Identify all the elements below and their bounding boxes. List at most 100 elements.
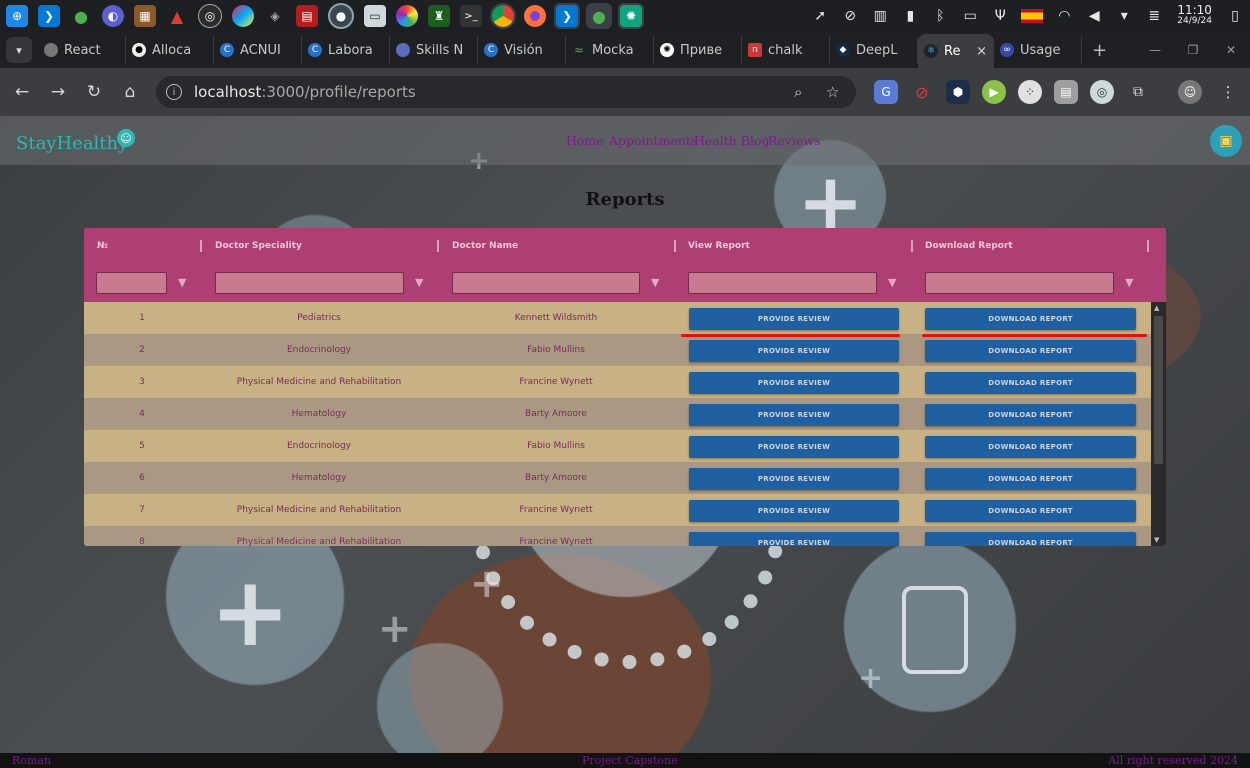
filter-icon[interactable]: ▼ — [178, 276, 186, 289]
column-separator[interactable] — [1147, 240, 1149, 252]
notification-icon[interactable]: ➚ — [811, 8, 829, 24]
filter-icon[interactable]: ▼ — [415, 276, 423, 289]
git-tool-icon[interactable]: ▲ — [166, 5, 188, 27]
download-report-button[interactable]: DOWNLOAD REPORT — [925, 372, 1136, 394]
browser-tab-active[interactable]: ⚛ Re × — [918, 34, 994, 68]
download-report-button[interactable]: DOWNLOAD REPORT — [925, 468, 1136, 490]
ring-extension-icon[interactable]: ◎ — [1090, 80, 1114, 104]
column-header-number[interactable]: № — [97, 241, 108, 251]
pinwheel-icon[interactable] — [396, 5, 418, 27]
filter-icon[interactable]: ▼ — [888, 276, 896, 289]
browser-tab[interactable]: ✺ Приве — [654, 36, 742, 64]
minecraft-icon[interactable]: ▦ — [134, 5, 156, 27]
tab-search-icon[interactable]: ▾ — [6, 37, 32, 63]
obs-icon[interactable]: ◎ — [198, 4, 222, 28]
chatgpt-icon[interactable]: ✺ — [618, 3, 644, 29]
notes-icon[interactable]: ≣ — [1145, 8, 1163, 24]
scroll-up-icon[interactable]: ▲ — [1154, 304, 1159, 312]
hex-extension-icon[interactable]: ⬢ — [946, 80, 970, 104]
browser-tab[interactable]: C Labora — [302, 36, 390, 64]
update-icon[interactable]: ⊘ — [841, 8, 859, 24]
close-window-icon[interactable]: ✕ — [1212, 43, 1250, 57]
color-app-icon[interactable] — [232, 5, 254, 27]
download-report-button[interactable]: DOWNLOAD REPORT — [925, 308, 1136, 330]
filter-input-number[interactable] — [96, 272, 167, 294]
dots-extension-icon[interactable]: ⁘ — [1018, 80, 1042, 104]
zoom-icon[interactable]: ⌕ — [794, 83, 802, 101]
maximize-icon[interactable]: ❐ — [1174, 43, 1212, 57]
browser-tab[interactable]: C ACNUI — [214, 36, 302, 64]
profile-avatar-icon[interactable]: ☺ — [1178, 80, 1202, 104]
column-separator[interactable] — [674, 240, 676, 252]
site-logo-text[interactable]: StayHealthy — [16, 133, 128, 154]
bluetooth-icon[interactable]: ᛒ — [931, 8, 949, 24]
column-header-doctor-name[interactable]: Doctor Name — [452, 241, 518, 251]
download-report-button[interactable]: DOWNLOAD REPORT — [925, 404, 1136, 426]
provide-review-button[interactable]: PROVIDE REVIEW — [689, 372, 899, 394]
back-icon[interactable]: ← — [4, 82, 40, 102]
download-report-button[interactable]: DOWNLOAD REPORT — [925, 436, 1136, 458]
download-report-button[interactable]: DOWNLOAD REPORT — [925, 340, 1136, 362]
display-icon[interactable]: ▭ — [961, 8, 979, 24]
table-scrollbar[interactable]: ▲ ▼ — [1151, 302, 1166, 546]
scrollbar-thumb[interactable] — [1154, 316, 1163, 464]
files-icon[interactable]: ▭ — [364, 5, 386, 27]
site-info-icon[interactable]: i — [166, 84, 182, 100]
volume-icon[interactable]: ◀ — [1085, 8, 1103, 24]
nav-link-health-blog[interactable]: Health Blog — [694, 133, 770, 148]
filter-input-speciality[interactable] — [215, 272, 404, 294]
doctor-logo-icon[interactable]: ☺ — [117, 129, 135, 147]
extensions-puzzle-icon[interactable]: ⧉ — [1126, 80, 1150, 104]
browser-tab[interactable]: Skills N — [390, 36, 478, 64]
provide-review-button[interactable]: PROVIDE REVIEW — [689, 468, 899, 490]
wifi-icon[interactable]: ◠ — [1055, 8, 1073, 24]
generic-app-icon[interactable]: ● — [328, 3, 354, 29]
play-extension-icon[interactable]: ▶ — [982, 80, 1006, 104]
mullvad-icon[interactable]: ◐ — [102, 5, 124, 27]
column-header-download-report[interactable]: Download Report — [925, 241, 1013, 251]
clock[interactable]: 11:10 24/9/24 — [1177, 4, 1212, 27]
browser-tab[interactable]: ≈ Mocka — [566, 36, 654, 64]
home-icon[interactable]: ⌂ — [112, 82, 148, 102]
vscode-2-icon[interactable]: ❯ — [554, 3, 580, 29]
minimize-icon[interactable]: — — [1136, 43, 1174, 57]
terminal-icon[interactable]: >_ — [460, 5, 482, 27]
nav-link-reviews[interactable]: Reviews — [768, 133, 820, 148]
address-bar[interactable]: i localhost:3000/profile/reports ⌕ ☆ — [156, 76, 856, 108]
mongodb-2-icon[interactable]: ● — [586, 3, 612, 29]
column-header-view-report[interactable]: View Report — [688, 241, 750, 251]
tray-expand-icon[interactable]: ▾ — [1115, 8, 1133, 24]
browser-menu-icon[interactable]: ⋮ — [1216, 80, 1240, 104]
keyboard-layout-flag-icon[interactable] — [1021, 9, 1044, 23]
download-report-button[interactable]: DOWNLOAD REPORT — [925, 500, 1136, 522]
filezilla-icon[interactable]: ▤ — [296, 5, 318, 27]
reload-icon[interactable]: ↻ — [76, 82, 112, 102]
column-header-speciality[interactable]: Doctor Speciality — [215, 241, 302, 251]
column-separator[interactable] — [911, 240, 913, 252]
browser-tab[interactable]: C Visión — [478, 36, 566, 64]
usb-icon[interactable]: Ψ — [991, 8, 1009, 24]
browser-tab[interactable]: React — [38, 36, 126, 64]
download-report-button[interactable]: DOWNLOAD REPORT — [925, 532, 1136, 546]
browser-tab[interactable]: ◆ DeepL — [830, 36, 918, 64]
mongodb-icon[interactable]: ● — [70, 5, 92, 27]
url-text[interactable]: localhost:3000/profile/reports — [194, 83, 416, 101]
column-separator[interactable] — [437, 240, 439, 252]
bookmark-star-icon[interactable]: ☆ — [826, 83, 839, 101]
provide-review-button[interactable]: PROVIDE REVIEW — [689, 436, 899, 458]
vscode-icon[interactable]: ❯ — [38, 5, 60, 27]
column-separator[interactable] — [200, 240, 202, 252]
chrome-icon[interactable] — [490, 3, 516, 29]
new-tab-icon[interactable]: + — [1092, 40, 1107, 61]
provide-review-button[interactable]: PROVIDE REVIEW — [689, 532, 899, 546]
browser-tab[interactable]: ● Alloca — [126, 36, 214, 64]
filter-input-download-report[interactable] — [925, 272, 1114, 294]
battery-icon[interactable]: ▮ — [901, 8, 919, 24]
scroll-down-icon[interactable]: ▼ — [1154, 536, 1159, 544]
filter-icon[interactable]: ▼ — [651, 276, 659, 289]
show-desktop-icon[interactable]: ▯ — [1226, 8, 1244, 24]
browser-tab[interactable]: ∞ Usage — [994, 36, 1082, 64]
provide-review-button[interactable]: PROVIDE REVIEW — [689, 500, 899, 522]
filter-input-doctor-name[interactable] — [452, 272, 640, 294]
provide-review-button[interactable]: PROVIDE REVIEW — [689, 404, 899, 426]
